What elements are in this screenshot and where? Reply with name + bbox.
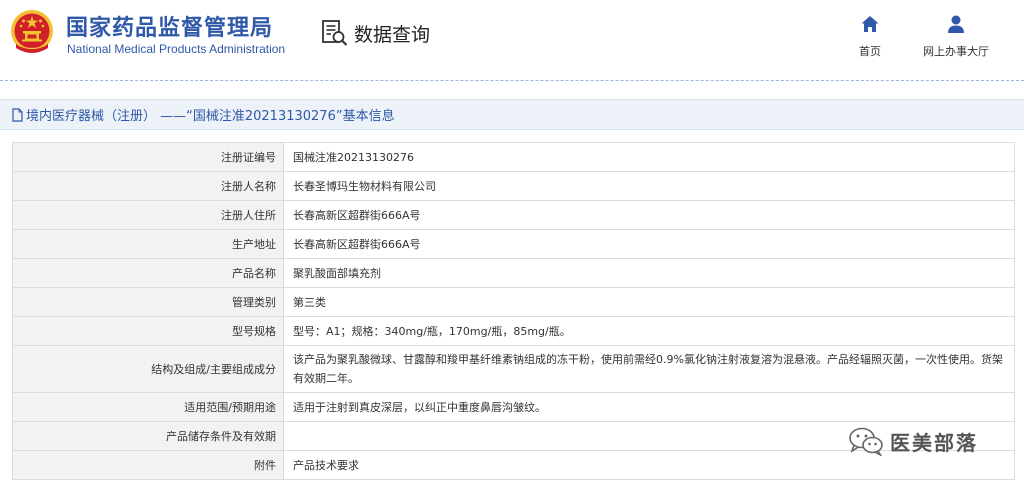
document-search-icon: [322, 20, 348, 46]
home-icon: [861, 16, 879, 32]
document-icon: [12, 107, 23, 122]
header-divider: [0, 80, 1024, 81]
table-row: 注册人住所 长春高新区超群街666A号: [12, 200, 1015, 230]
table-row: 型号规格 型号：A1；规格：340mg/瓶，170mg/瓶，85mg/瓶。: [12, 316, 1015, 346]
org-name-cn: 国家药品监督管理局: [66, 16, 274, 41]
site-header: 国家药品监督管理局 National Medical Products Admi…: [0, 0, 1024, 80]
watermark-text: 医美部落: [890, 430, 978, 455]
row-value: 长春高新区超群街666A号: [283, 229, 1015, 259]
table-row: 注册证编号 国械注准20213130276: [12, 142, 1015, 172]
table-row: 管理类别 第三类: [12, 287, 1015, 317]
row-value: 型号：A1；规格：340mg/瓶，170mg/瓶，85mg/瓶。: [283, 316, 1015, 346]
row-label: 管理类别: [12, 287, 284, 317]
row-label: 注册人名称: [12, 171, 284, 201]
org-name-en: National Medical Products Administration: [67, 42, 286, 56]
record-title-bar: 境内医疗器械（注册） ——“国械注准20213130276”基本信息: [0, 99, 1024, 130]
watermark: 医美部落: [848, 426, 978, 456]
row-value: 国械注准20213130276: [283, 142, 1015, 172]
table-row: 注册人名称 长春圣博玛生物材料有限公司: [12, 171, 1015, 201]
nav-online-hall-label: 网上办事大厅: [923, 45, 989, 58]
wechat-icon: [849, 427, 883, 456]
row-label: 结构及组成/主要组成成分: [12, 345, 284, 393]
row-value: 长春圣博玛生物材料有限公司: [283, 171, 1015, 201]
row-value: 长春高新区超群街666A号: [283, 200, 1015, 230]
table-row: 生产地址 长春高新区超群街666A号: [12, 229, 1015, 259]
nav-home-label: 首页: [859, 45, 881, 58]
user-icon: [948, 15, 964, 33]
row-value: 聚乳酸面部填充剂: [283, 258, 1015, 288]
nav-online-hall-button[interactable]: 网上办事大厅: [911, 14, 1001, 59]
row-label: 型号规格: [12, 316, 284, 346]
table-row: 产品名称 聚乳酸面部填充剂: [12, 258, 1015, 288]
row-value: 适用于注射到真皮深层，以纠正中重度鼻唇沟皱纹。: [283, 392, 1015, 422]
row-label: 产品名称: [12, 258, 284, 288]
table-row: 结构及组成/主要组成成分 该产品为聚乳酸微球、甘露醇和羧甲基纤维素钠组成的冻干粉…: [12, 345, 1015, 393]
table-row: 适用范围/预期用途 适用于注射到真皮深层，以纠正中重度鼻唇沟皱纹。: [12, 392, 1015, 422]
row-label: 注册人住所: [12, 200, 284, 230]
data-query-link[interactable]: 数据查询: [321, 18, 430, 48]
row-value: 第三类: [283, 287, 1015, 317]
row-label: 注册证编号: [12, 142, 284, 172]
data-query-label: 数据查询: [354, 23, 431, 46]
row-label: 附件: [12, 450, 284, 480]
row-value: 该产品为聚乳酸微球、甘露醇和羧甲基纤维素钠组成的冻干粉，使用前需经0.9%氯化钠…: [283, 345, 1015, 393]
row-label: 产品储存条件及有效期: [12, 421, 284, 451]
national-emblem-icon: [11, 10, 53, 53]
nav-home-button[interactable]: 首页: [825, 14, 915, 59]
record-title: 境内医疗器械（注册） ——“国械注准20213130276”基本信息: [26, 109, 395, 124]
row-label: 适用范围/预期用途: [12, 392, 284, 422]
row-label: 生产地址: [12, 229, 284, 259]
